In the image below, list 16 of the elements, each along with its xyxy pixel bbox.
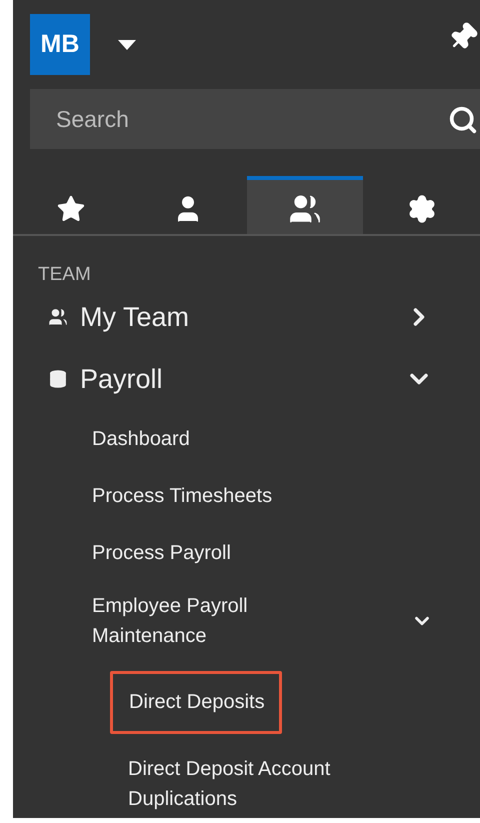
- search-icon[interactable]: [448, 105, 478, 135]
- section-heading: TEAM: [37, 263, 92, 286]
- submenu-item[interactable]: Direct Deposit Account Duplications: [13, 744, 480, 818]
- search-field[interactable]: Search: [30, 89, 480, 149]
- caret-icon[interactable]: [118, 40, 136, 50]
- menu-item[interactable]: My Team: [13, 286, 480, 348]
- submenu-item[interactable]: Direct Deposits: [13, 661, 480, 744]
- submenu-item[interactable]: Dashboard: [13, 410, 480, 467]
- submenu-item[interactable]: Process Payroll: [13, 524, 480, 581]
- user-avatar[interactable]: MB: [30, 14, 90, 75]
- submenu-item[interactable]: Process Timesheets: [13, 467, 480, 524]
- submenu-item[interactable]: Employee Payroll Maintenance: [13, 581, 480, 661]
- people-icon: [48, 307, 68, 327]
- star-icon: [56, 194, 86, 224]
- menu-item[interactable]: Payroll: [13, 348, 480, 410]
- nav-tab[interactable]: [246, 176, 364, 234]
